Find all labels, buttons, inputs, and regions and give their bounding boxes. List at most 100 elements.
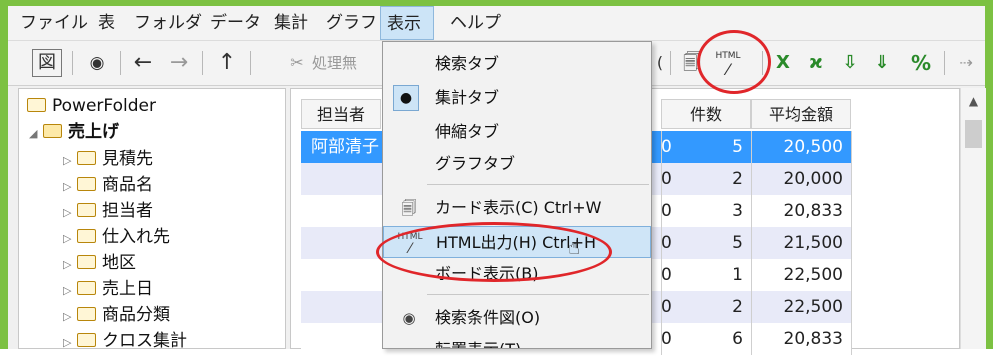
process-button-label[interactable]: 処理無	[312, 47, 372, 79]
menu-item-label: グラフタブ	[435, 154, 516, 173]
tree-item-root[interactable]: PowerFolder	[27, 93, 156, 119]
forward-arrow-icon[interactable]: →	[164, 47, 194, 79]
cell-avg[interactable]: 22,500	[751, 291, 851, 323]
menu-view[interactable]: 表示	[380, 6, 434, 40]
tree-item-label: 仕入れ先	[102, 227, 170, 247]
card-icon: 🗐	[401, 199, 417, 217]
column-header-count[interactable]: 件数	[661, 99, 751, 129]
folder-icon	[77, 281, 96, 295]
folder-icon	[27, 98, 46, 112]
collapsed-triangle-icon[interactable]: ▷	[63, 174, 77, 200]
tree-item-label: 商品分類	[102, 305, 170, 325]
column-header-person[interactable]: 担当者	[301, 99, 381, 129]
menu-graph[interactable]: グラフ	[320, 6, 383, 40]
tree-item-child[interactable]: ▷ 商品分類	[63, 302, 170, 328]
collapsed-triangle-icon[interactable]: ▷	[63, 278, 77, 304]
folder-icon	[77, 177, 96, 191]
sort-icon[interactable]: ⇩	[838, 47, 862, 79]
collapsed-triangle-icon[interactable]: ▷	[63, 330, 77, 356]
tree-item-child[interactable]: ▷ クロス集計	[63, 328, 187, 354]
folder-icon	[77, 307, 96, 321]
tree-item-label: PowerFolder	[52, 96, 156, 116]
tree-item-label: 地区	[102, 253, 136, 273]
folder-tree: PowerFolder ◢ 売上げ ▷ 見積先 ▷ 商品名 ▷ 担当者 ▷ 仕入れ先 ▷ 地…	[18, 88, 286, 351]
scroll-thumb[interactable]	[965, 120, 982, 148]
cell-count[interactable]: 5	[661, 227, 751, 259]
cell-count[interactable]: 1	[661, 259, 751, 291]
vertical-scrollbar[interactable]: ▲	[960, 88, 986, 349]
cell-avg[interactable]: 20,000	[751, 163, 851, 195]
cell-avg[interactable]: 22,500	[751, 259, 851, 291]
cut-icon[interactable]: ✂	[282, 47, 312, 79]
cell-avg[interactable]: 21,500	[751, 227, 851, 259]
grid-line	[851, 131, 852, 355]
cell-avg[interactable]: 20,833	[751, 195, 851, 227]
toolbar-separator	[72, 51, 73, 75]
up-arrow-icon[interactable]: ↑	[212, 47, 242, 79]
cell-count[interactable]: 2	[661, 291, 751, 323]
tree-item-child[interactable]: ▷ 売上日	[63, 276, 153, 302]
tree-item-child[interactable]: ▷ 仕入れ先	[63, 224, 170, 250]
menu-item-compress-tab[interactable]: 伸縮タブ	[383, 116, 651, 148]
sort-desc-icon[interactable]: ⇓	[868, 47, 896, 79]
cell-count[interactable]: 5	[661, 131, 751, 163]
menu-data[interactable]: データ	[204, 6, 267, 40]
menu-file[interactable]: ファイル	[14, 6, 94, 40]
menu-separator	[427, 294, 649, 295]
collapsed-triangle-icon[interactable]: ▷	[63, 226, 77, 252]
menu-help[interactable]: ヘルプ	[444, 6, 507, 40]
tree-item-child[interactable]: ▷ 商品名	[63, 172, 153, 198]
menu-item-graph-tab[interactable]: グラフタブ	[383, 148, 651, 180]
collapsed-triangle-icon[interactable]: ▷	[63, 304, 77, 330]
collapsed-triangle-icon[interactable]: ▷	[63, 148, 77, 174]
x-icon[interactable]: X	[770, 47, 796, 79]
html-output-icon[interactable]: HTML ⁄	[710, 49, 746, 81]
collapsed-triangle-icon[interactable]: ▷	[63, 252, 77, 278]
partial-icon[interactable]: (	[654, 47, 666, 79]
cell-count[interactable]: 6	[661, 323, 751, 355]
menu-item-transpose-view[interactable]: 転置表示(T)	[383, 334, 651, 348]
expanded-triangle-icon[interactable]: ◢	[29, 121, 43, 147]
menu-item-card-view[interactable]: 🗐 カード表示(C) Ctrl+W	[383, 192, 651, 224]
menu-item-html-output[interactable]: HTML ⁄ HTML出力(H) Ctrl+H ☝	[383, 226, 651, 259]
checked-icon: ●	[393, 85, 419, 111]
menu-table[interactable]: 表	[92, 6, 121, 40]
menu-item-label: 検索タブ	[435, 54, 500, 73]
toolbar-separator	[202, 51, 203, 75]
folder-icon	[77, 203, 96, 217]
collapsed-triangle-icon[interactable]: ▷	[63, 200, 77, 226]
cell-avg[interactable]: 20,500	[751, 131, 851, 163]
eye-icon[interactable]: ◉	[82, 47, 112, 79]
folder-icon	[77, 151, 96, 165]
tree-item-sales[interactable]: ◢ 売上げ	[29, 119, 119, 145]
folder-icon	[77, 255, 96, 269]
percent-icon[interactable]: %	[906, 47, 936, 79]
tree-item-child[interactable]: ▷ 地区	[63, 250, 136, 276]
export-arrow-icon[interactable]: ⇢	[952, 47, 980, 79]
folder-icon	[77, 229, 96, 243]
diagram-icon[interactable]: 図	[32, 49, 62, 77]
cell-person[interactable]: 阿部清子	[303, 131, 393, 163]
column-header-avg[interactable]: 平均金額	[751, 99, 851, 129]
card-icon[interactable]: 🗐	[678, 47, 706, 79]
menu-separator	[427, 184, 649, 185]
cell-count[interactable]: 3	[661, 195, 751, 227]
menu-aggregate[interactable]: 集計	[268, 6, 314, 40]
cross-icon[interactable]: ϰ	[802, 47, 830, 79]
tree-item-child[interactable]: ▷ 見積先	[63, 146, 153, 172]
menu-item-label: 転置表示(T)	[435, 334, 521, 348]
back-arrow-icon[interactable]: ←	[128, 47, 158, 79]
menu-item-search-tab[interactable]: 検索タブ	[383, 48, 651, 80]
tree-item-label: 商品名	[102, 175, 153, 195]
cell-count[interactable]: 2	[661, 163, 751, 195]
menu-item-label: 検索条件図(O)	[435, 308, 541, 327]
menu-item-aggregate-tab[interactable]: ● 集計タブ	[383, 82, 651, 114]
menu-folder[interactable]: フォルダ	[128, 6, 208, 40]
cell-avg[interactable]: 20,833	[751, 323, 851, 355]
menu-item-label: 集計タブ	[435, 88, 500, 107]
tree-item-child[interactable]: ▷ 担当者	[63, 198, 153, 224]
menu-item-search-criteria[interactable]: ◉ 検索条件図(O)	[383, 302, 651, 334]
scroll-up-arrow-icon[interactable]: ▲	[961, 94, 986, 108]
menu-item-label: 伸縮タブ	[435, 122, 500, 141]
menu-item-board-view[interactable]: ボード表示(B)	[383, 258, 651, 290]
